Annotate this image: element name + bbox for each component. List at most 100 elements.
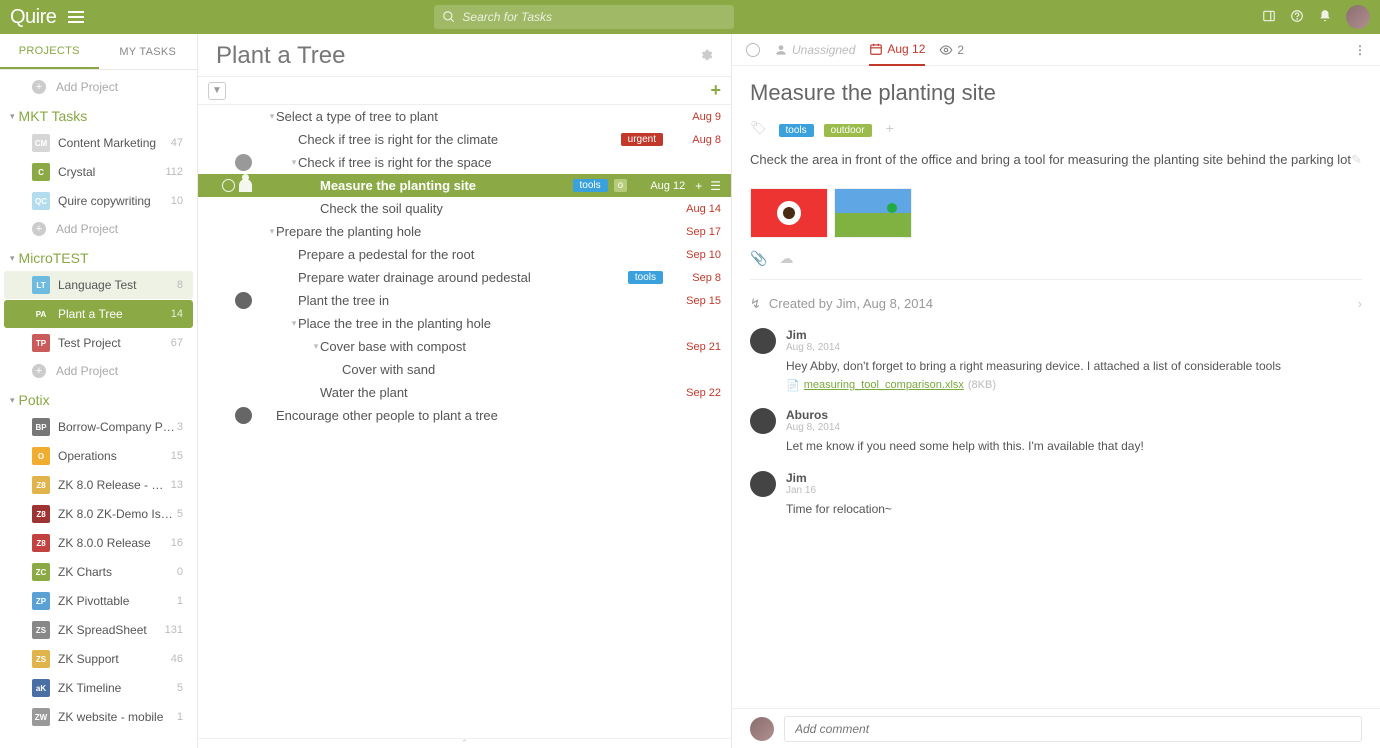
org-header[interactable]: MicroTEST bbox=[0, 242, 197, 270]
add-task-button[interactable]: + bbox=[710, 80, 721, 101]
attachments bbox=[750, 188, 1362, 238]
search-placeholder: Search for Tasks bbox=[462, 10, 552, 24]
bell-icon[interactable] bbox=[1318, 9, 1332, 26]
add-tag-button[interactable]: + bbox=[886, 120, 894, 136]
project-item[interactable]: Z8ZK 8.0 ZK-Demo Issues5 bbox=[4, 500, 193, 528]
comment: AburosAug 8, 2014Let me know if you need… bbox=[750, 400, 1362, 463]
task-date: Aug 12 bbox=[635, 180, 685, 192]
task-tag[interactable]: urgent bbox=[621, 133, 663, 146]
project-item[interactable]: ZPZK Pivottable1 bbox=[4, 587, 193, 615]
task-row[interactable]: Encourage other people to plant a tree bbox=[198, 404, 731, 427]
task-row[interactable]: ▾Prepare the planting holeSep 17 bbox=[198, 220, 731, 243]
task-row[interactable]: Water the plantSep 22 bbox=[198, 381, 731, 404]
org-header[interactable]: MKT Tasks bbox=[0, 100, 197, 128]
assignee-icon[interactable] bbox=[239, 179, 252, 192]
project-item[interactable]: PAPlant a Tree14 bbox=[4, 300, 193, 328]
status-icon[interactable] bbox=[222, 179, 235, 192]
task-row[interactable]: ▾Place the tree in the planting hole bbox=[198, 312, 731, 335]
comment: JimAug 8, 2014Hey Abby, don't forget to … bbox=[750, 320, 1362, 400]
task-row[interactable]: Cover with sand bbox=[198, 358, 731, 381]
add-project-button[interactable]: +Add Project bbox=[0, 358, 197, 384]
add-project-button[interactable]: +Add Project bbox=[0, 74, 197, 100]
due-date-chip[interactable]: Aug 12 bbox=[869, 34, 925, 66]
user-avatar[interactable] bbox=[1346, 5, 1370, 29]
chevron-right-icon: › bbox=[1358, 296, 1362, 311]
task-panel: Plant a Tree ▼ + ▾Select a type of tree … bbox=[198, 34, 732, 748]
project-item[interactable]: ZWZK website - mobile1 bbox=[4, 703, 193, 731]
org-header[interactable]: Potix bbox=[0, 384, 197, 412]
comment: JimJan 16Time for relocation~ bbox=[750, 463, 1362, 526]
add-project-button[interactable]: +Add Project bbox=[0, 216, 197, 242]
project-item[interactable]: LTLanguage Test8 bbox=[4, 271, 193, 299]
task-row[interactable]: ▾Select a type of tree to plantAug 9 bbox=[198, 105, 731, 128]
task-title: Water the plant bbox=[320, 382, 663, 403]
task-date: Aug 14 bbox=[671, 203, 721, 215]
attachment-2[interactable] bbox=[834, 188, 912, 238]
help-icon[interactable] bbox=[1290, 9, 1304, 26]
task-row[interactable]: Check if tree is right for the climate ur… bbox=[198, 128, 731, 151]
project-item[interactable]: aKZK Timeline5 bbox=[4, 674, 193, 702]
project-item[interactable]: CMContent Marketing47 bbox=[4, 129, 193, 157]
project-item[interactable]: QCQuire copywriting10 bbox=[4, 187, 193, 215]
attachment-link[interactable]: measuring_tool_comparison.xlsx bbox=[804, 379, 964, 391]
menu-icon[interactable] bbox=[68, 11, 84, 23]
task-row[interactable]: Plant the tree inSep 15 bbox=[198, 289, 731, 312]
task-detail-title[interactable]: Measure the planting site bbox=[750, 80, 1362, 106]
activity-icon: ↯ bbox=[750, 296, 761, 312]
person-icon bbox=[774, 43, 788, 57]
watchers-chip[interactable]: 2 bbox=[939, 43, 964, 57]
task-row[interactable]: Check the soil qualityAug 14 bbox=[198, 197, 731, 220]
task-date: Aug 8 bbox=[671, 134, 721, 146]
comment-input[interactable] bbox=[784, 716, 1362, 742]
add-subtask-icon[interactable]: + bbox=[695, 179, 702, 193]
assignee-avatar[interactable] bbox=[235, 292, 252, 309]
task-title: Check if tree is right for the climate bbox=[298, 129, 615, 150]
task-row[interactable]: ▾Cover base with compostSep 21 bbox=[198, 335, 731, 358]
project-item[interactable]: TPTest Project67 bbox=[4, 329, 193, 357]
project-item[interactable]: CCrystal112 bbox=[4, 158, 193, 186]
row-menu-icon[interactable]: ☰ bbox=[710, 179, 721, 193]
project-title: Plant a Tree bbox=[216, 42, 699, 70]
edit-icon[interactable]: ✎ bbox=[1351, 150, 1362, 170]
more-menu[interactable]: ⋮ bbox=[1354, 43, 1366, 57]
resize-handle[interactable]: ⌃ bbox=[198, 738, 731, 748]
attach-cloud-icon[interactable]: ☁ bbox=[779, 250, 793, 267]
task-date: Sep 21 bbox=[671, 341, 721, 353]
project-item[interactable]: Z8ZK 8.0 Release - MKT ...13 bbox=[4, 471, 193, 499]
task-row[interactable]: ▾Check if tree is right for the space bbox=[198, 151, 731, 174]
project-item[interactable]: OOperations15 bbox=[4, 442, 193, 470]
search-input[interactable]: Search for Tasks bbox=[434, 5, 734, 29]
task-tag[interactable]: o bbox=[614, 179, 628, 192]
task-description[interactable]: Check the area in front of the office an… bbox=[750, 150, 1362, 170]
task-row[interactable]: Prepare a pedestal for the rootSep 10 bbox=[198, 243, 731, 266]
task-row[interactable]: Prepare water drainage around pedestalto… bbox=[198, 266, 731, 289]
project-item[interactable]: ZSZK SpreadSheet131 bbox=[4, 616, 193, 644]
task-tag[interactable]: tools bbox=[628, 271, 663, 284]
complete-toggle[interactable] bbox=[746, 43, 760, 57]
tab-projects[interactable]: PROJECTS bbox=[0, 34, 99, 69]
assignee-chip[interactable]: Unassigned bbox=[774, 43, 855, 57]
task-row[interactable]: Measure the planting sitetoolsoAug 12+☰ bbox=[198, 174, 731, 197]
task-title: Plant the tree in bbox=[298, 290, 663, 311]
project-item[interactable]: BPBorrow-Company Prop...3 bbox=[4, 413, 193, 441]
filter-button[interactable]: ▼ bbox=[208, 82, 226, 100]
activity-header[interactable]: ↯ Created by Jim, Aug 8, 2014 › bbox=[750, 288, 1362, 320]
detail-tag[interactable]: outdoor bbox=[824, 124, 872, 137]
attachment-1[interactable] bbox=[750, 188, 828, 238]
current-user-avatar bbox=[750, 717, 774, 741]
eye-icon bbox=[939, 43, 953, 57]
tab-my-tasks[interactable]: MY TASKS bbox=[99, 34, 198, 69]
task-title: Cover with sand bbox=[342, 359, 663, 380]
assignee-avatar[interactable] bbox=[235, 154, 252, 171]
calendar-icon bbox=[869, 42, 883, 56]
comment-avatar bbox=[750, 408, 776, 434]
project-item[interactable]: Z8ZK 8.0.0 Release16 bbox=[4, 529, 193, 557]
panel-icon[interactable] bbox=[1262, 9, 1276, 26]
attach-file-icon[interactable]: 📎 bbox=[750, 250, 767, 267]
assignee-avatar[interactable] bbox=[235, 407, 252, 424]
project-item[interactable]: ZCZK Charts0 bbox=[4, 558, 193, 586]
gear-icon[interactable] bbox=[699, 48, 713, 65]
project-item[interactable]: ZSZK Support46 bbox=[4, 645, 193, 673]
task-tag[interactable]: tools bbox=[573, 179, 608, 192]
detail-tag[interactable]: tools bbox=[779, 124, 814, 137]
